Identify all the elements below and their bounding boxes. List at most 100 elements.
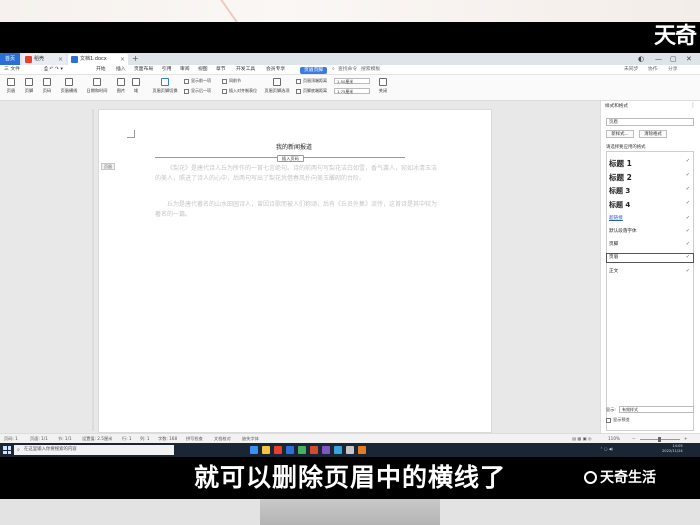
user-avatar-icon[interactable]: ◐ — [638, 53, 644, 65]
wps-window: 首页 稻壳 × 文档1.docx × + ◐ — ▢ ✕ 三 文件 ⎙ ↶ ↷ … — [0, 53, 700, 443]
close-window-icon[interactable]: ✕ — [686, 53, 692, 65]
picture-button[interactable]: 图片 — [114, 78, 128, 94]
ribbon: 页眉 页脚 页码 页眉横线 日期和时间 图片 域 页眉页脚切换 显示前一项 显示… — [0, 75, 700, 101]
pane-options-icon[interactable]: ⋮ — [690, 102, 696, 109]
tab-document[interactable]: 文档1.docx × — [68, 54, 128, 65]
pane-title: 样式和格式 — [605, 104, 628, 109]
checkbox-label: 显示预览 — [613, 417, 630, 422]
insert-tab-button[interactable]: 插入对齐制表位 — [222, 88, 257, 94]
menu-member[interactable]: 会员专享 — [266, 65, 285, 75]
taskbar-app-icon[interactable] — [286, 446, 294, 454]
option-label: 插入对齐制表位 — [229, 88, 257, 93]
close-icon[interactable]: × — [120, 54, 125, 65]
button-label: 页眉 — [6, 88, 16, 93]
start-tile — [7, 446, 11, 450]
new-style-button[interactable]: 新样式... — [606, 130, 634, 138]
close-header-footer-button[interactable]: 关闭 — [376, 78, 390, 94]
style-heading-4[interactable]: 标题 4 ✓ — [607, 200, 693, 210]
taskbar-app-icon[interactable] — [250, 446, 258, 454]
button-label: 页脚 — [24, 88, 34, 93]
taskbar-app-icon[interactable] — [358, 446, 366, 454]
header-button[interactable]: 页眉 — [4, 78, 18, 94]
menu-section[interactable]: 章节 — [216, 65, 226, 75]
option-label: 显示后一项 — [191, 88, 211, 93]
zoom-slider-handle[interactable] — [658, 436, 661, 442]
show-next-button[interactable]: 显示后一项 — [184, 88, 211, 94]
checkbox-icon — [606, 417, 611, 423]
header-footer-options-button[interactable]: 页眉页脚选项 — [262, 78, 292, 94]
show-preview-checkbox[interactable]: 显示预览 — [606, 417, 630, 423]
start-tile — [3, 450, 7, 454]
taskbar-app-icon[interactable] — [310, 446, 318, 454]
switch-icon — [161, 78, 169, 86]
tab-docer[interactable]: 稻壳 × — [22, 54, 66, 65]
header-distance-input[interactable]: 1.50厘米 — [334, 78, 370, 84]
button-label: 日期和时间 — [86, 88, 108, 93]
taskbar-app-icon[interactable] — [262, 446, 270, 454]
taskbar-search-box[interactable]: ⌕ 在这里输入你要搜索的内容 — [14, 445, 174, 455]
menu-review[interactable]: 审阅 — [180, 65, 190, 75]
show-label: 显示: — [606, 407, 616, 412]
header-line-button[interactable]: 页眉横线 — [58, 78, 80, 94]
close-icon[interactable]: × — [58, 54, 63, 65]
collab-button[interactable]: 协作 — [648, 65, 658, 75]
maximize-icon[interactable]: ▢ — [670, 53, 677, 65]
menu-layout[interactable]: 页面布局 — [134, 65, 153, 75]
menu-file[interactable]: 三 文件 — [4, 65, 20, 75]
sync-status[interactable]: 未同步 — [624, 65, 638, 75]
check-icon: ✓ — [685, 200, 690, 206]
menu-view[interactable]: 视图 — [198, 65, 208, 75]
insert-page-number-button[interactable]: 插入页码 — [277, 155, 304, 162]
taskbar-app-icon[interactable] — [298, 446, 306, 454]
page-number-icon — [43, 78, 51, 86]
menu-bar: 三 文件 ⎙ ↶ ↷ ▾ 开始 插入 页面布局 引用 审阅 视图 章节 开发工具… — [0, 65, 700, 75]
tab-home[interactable]: 首页 — [0, 53, 20, 65]
quick-access-icons[interactable]: ⎙ ↶ ↷ ▾ — [44, 65, 63, 75]
current-style-field[interactable]: 页眉 — [606, 118, 694, 126]
windows-start-icon[interactable] — [3, 446, 11, 454]
show-previous-button[interactable]: 显示前一项 — [184, 78, 211, 84]
document-page[interactable]: 我的新闻报道 插入页码 页眉 《梨花》是唐代诗人丘为所作的一首七言绝句。诗的前两… — [98, 109, 492, 433]
menu-references[interactable]: 引用 — [162, 65, 172, 75]
command-search[interactable]: 查找命令 — [338, 65, 357, 75]
minimize-icon[interactable]: — — [655, 53, 662, 65]
top-banner — [0, 22, 700, 53]
style-label: 标题 2 — [609, 173, 632, 182]
menu-developer[interactable]: 开发工具 — [236, 65, 255, 75]
menu-home[interactable]: 开始 — [96, 65, 106, 75]
page-number-button[interactable]: 页码 — [40, 78, 54, 94]
tray-icons[interactable]: ⌃ ▢ ◀) — [600, 447, 613, 452]
style-label: 页脚 — [609, 242, 619, 247]
template-search[interactable]: 搜索模板 — [361, 65, 380, 75]
picture-icon — [117, 78, 125, 86]
taskbar-app-icon[interactable] — [322, 446, 330, 454]
new-tab-icon[interactable]: + — [132, 53, 139, 65]
style-footer[interactable]: 页脚 ✓ — [607, 241, 693, 247]
style-heading-1[interactable]: 标题 1 ✓ — [607, 158, 693, 169]
clock[interactable]: 14:05 2022/11/24 — [662, 444, 683, 454]
show-filter-select[interactable]: 有效样式 — [619, 406, 694, 413]
style-default-font[interactable]: 默认段落字体 ✓ — [607, 228, 693, 234]
share-button[interactable]: 分享 — [668, 65, 678, 75]
switch-header-footer-button[interactable]: 页眉页脚切换 — [150, 78, 180, 94]
style-heading-2[interactable]: 标题 2 ✓ — [607, 172, 693, 183]
date-time-button[interactable]: 日期和时间 — [84, 78, 110, 94]
link-previous-button[interactable]: 同前节 — [222, 78, 241, 84]
taskbar-app-icon[interactable] — [274, 446, 282, 454]
calendar-icon — [93, 78, 101, 86]
header-text[interactable]: 我的新闻报道 — [276, 142, 312, 151]
menu-header-footer-active[interactable]: 页眉页脚 — [300, 66, 328, 74]
taskbar-app-icon[interactable] — [334, 446, 342, 454]
style-normal[interactable]: 正文 ✓ — [607, 268, 693, 274]
menu-insert[interactable]: 插入 — [116, 65, 126, 75]
field-button[interactable]: 域 — [130, 78, 142, 94]
button-label: 页眉横线 — [60, 88, 78, 93]
search-icon[interactable]: ⌕ — [332, 65, 335, 75]
clear-format-button[interactable]: 清除格式 — [639, 130, 667, 138]
footer-distance-input[interactable]: 1.75厘米 — [334, 88, 370, 94]
style-header-selected[interactable]: 页眉 ✓ — [606, 253, 694, 263]
style-hyperlink[interactable]: 超链接 ✓ — [607, 215, 693, 221]
footer-button[interactable]: 页脚 — [22, 78, 36, 94]
taskbar-app-icon[interactable] — [346, 446, 354, 454]
style-heading-3[interactable]: 标题 3 ✓ — [607, 186, 693, 196]
